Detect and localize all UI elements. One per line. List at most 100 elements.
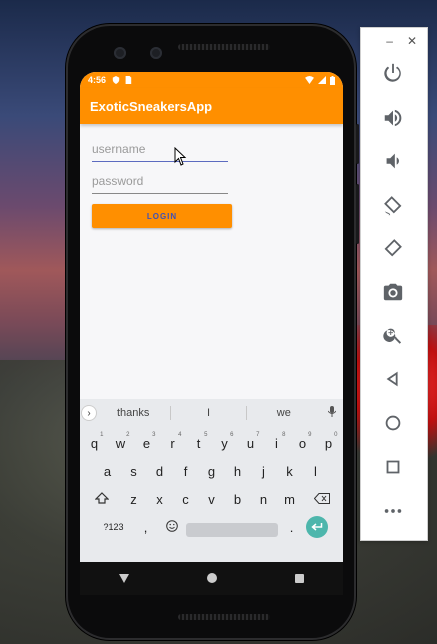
front-sensor [150,47,162,59]
key-t[interactable]: t5 [187,431,211,455]
suggestion-strip: › thanks I we [80,399,343,427]
key-n[interactable]: n [252,487,276,511]
key-e[interactable]: e3 [135,431,159,455]
volume-down-icon[interactable] [378,146,408,176]
key-period[interactable]: . [280,515,304,539]
suggestion-3[interactable]: we [247,407,321,419]
key-label: t [196,435,201,451]
device-screen: 4:56 ExoticSneakersApp LOGIN › thanks I [80,72,343,595]
mouse-pointer-icon [174,147,187,166]
key-hint: 0 [334,432,338,438]
chevron-right-icon[interactable]: › [82,406,96,420]
key-y[interactable]: y6 [213,431,237,455]
login-form: LOGIN [80,124,343,228]
key-m[interactable]: m [278,487,302,511]
key-label: e [142,435,151,451]
key-hint: 2 [126,432,130,438]
key-d[interactable]: d [148,459,172,483]
home-nav-icon[interactable] [207,572,217,586]
signal-icon [318,76,326,84]
key-hint: 4 [178,432,182,438]
more-icon[interactable] [378,496,408,526]
key-hint: 9 [308,432,312,438]
key-p[interactable]: p0 [317,431,341,455]
zoom-icon[interactable] [378,320,408,350]
rotate-right-icon[interactable] [378,233,408,263]
enter-icon[interactable] [305,516,328,538]
key-g[interactable]: g [200,459,224,483]
key-label: o [298,435,307,451]
key-b[interactable]: b [226,487,250,511]
back-icon[interactable] [378,364,408,394]
key-row-3: z x c v b n m [80,487,343,511]
key-l[interactable]: l [304,459,328,483]
back-nav-icon[interactable] [119,572,129,586]
key-label: y [221,435,228,451]
key-w[interactable]: w2 [109,431,133,455]
status-time: 4:56 [88,75,107,85]
key-x[interactable]: x [148,487,172,511]
key-hint: 7 [256,432,260,438]
microphone-icon[interactable] [321,406,343,420]
key-q[interactable]: q1 [83,431,107,455]
symbols-key[interactable]: ?123 [96,515,132,539]
status-bar: 4:56 [80,72,343,88]
volume-side-button[interactable] [356,184,359,244]
key-label: r [170,435,175,451]
key-i[interactable]: i8 [265,431,289,455]
earpiece-speaker [178,44,270,50]
power-side-button[interactable] [356,124,359,164]
suggestion-1[interactable]: thanks [96,407,170,419]
key-label: u [246,435,255,451]
key-o[interactable]: o9 [291,431,315,455]
key-comma[interactable]: , [134,515,158,539]
key-hint: 3 [152,432,156,438]
system-nav-bar [80,562,343,595]
key-row-4: ?123 , . [80,515,343,539]
key-f[interactable]: f [174,459,198,483]
key-h[interactable]: h [226,459,250,483]
home-icon[interactable] [378,408,408,438]
username-field[interactable] [92,138,228,162]
key-k[interactable]: k [278,459,302,483]
soft-keyboard: › thanks I we q1 w2 e3 r4 t5 y6 u7 i8 o9 [80,399,343,562]
front-camera [114,47,126,59]
toolbar-header: – ✕ [361,28,427,52]
key-a[interactable]: a [96,459,120,483]
bottom-speaker [178,614,270,620]
shield-icon [112,76,120,84]
key-hint: 1 [100,432,104,438]
key-s[interactable]: s [122,459,146,483]
minimize-button[interactable]: – [386,34,393,52]
close-button[interactable]: ✕ [407,34,417,52]
key-label: p [324,435,333,451]
key-u[interactable]: u7 [239,431,263,455]
key-z[interactable]: z [122,487,146,511]
backspace-icon[interactable] [304,487,340,511]
volume-up-icon[interactable] [378,103,408,133]
login-button[interactable]: LOGIN [92,204,232,228]
rotate-left-icon[interactable] [378,190,408,220]
phone-frame: 4:56 ExoticSneakersApp LOGIN › thanks I [66,24,359,640]
overview-icon[interactable] [378,452,408,482]
key-v[interactable]: v [200,487,224,511]
key-label: w [115,435,126,451]
key-label: q [90,435,99,451]
key-r[interactable]: r4 [161,431,185,455]
emoji-icon[interactable] [160,515,184,539]
recents-nav-icon[interactable] [295,572,304,586]
space-bar[interactable] [185,522,278,537]
app-bar: ExoticSneakersApp [80,88,343,124]
suggestion-2[interactable]: I [171,407,245,419]
wifi-icon [305,76,314,84]
shift-icon[interactable] [84,487,120,511]
app-title: ExoticSneakersApp [90,98,213,114]
power-icon[interactable] [378,58,408,88]
camera-icon[interactable] [378,277,408,307]
key-hint: 5 [204,432,208,438]
password-field[interactable] [92,170,228,194]
key-j[interactable]: j [252,459,276,483]
key-c[interactable]: c [174,487,198,511]
key-row-2: a s d f g h j k l [80,459,343,483]
sim-icon [125,76,132,84]
